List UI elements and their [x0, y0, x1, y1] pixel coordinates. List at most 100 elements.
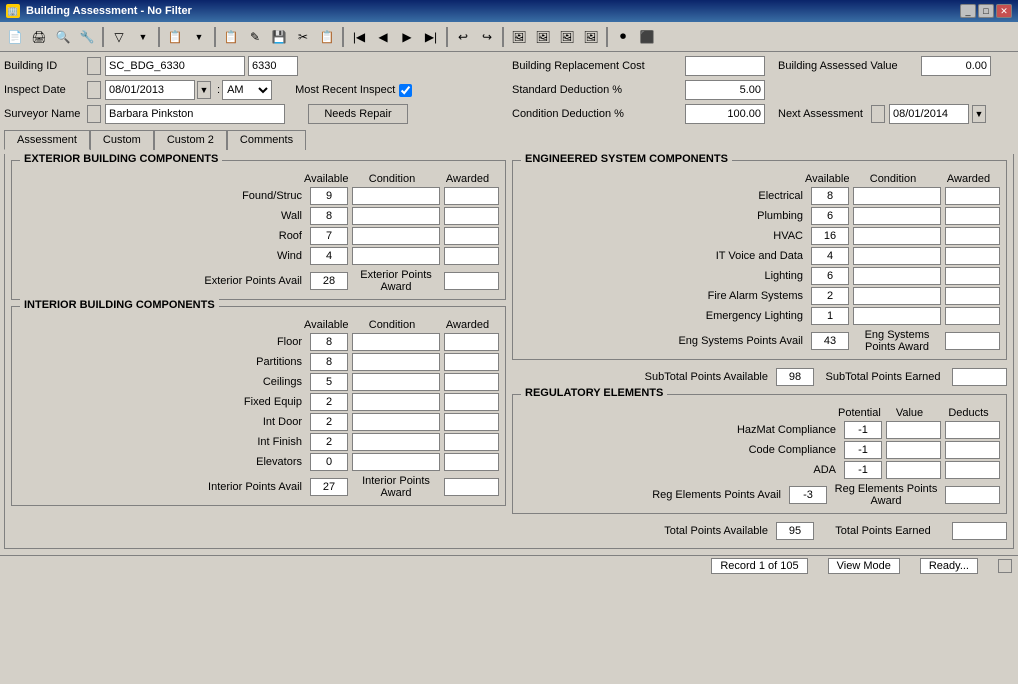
- int-comp-2-avail[interactable]: [310, 373, 348, 391]
- next-assessment-dropdown[interactable]: ▼: [972, 105, 986, 123]
- tab-comments[interactable]: Comments: [227, 130, 306, 150]
- int-comp-4-award[interactable]: [444, 413, 499, 431]
- nav-prev[interactable]: ◀: [372, 26, 394, 48]
- ext-comp-0-award[interactable]: [444, 187, 499, 205]
- reg-comp-1-deducts[interactable]: [945, 441, 1000, 459]
- building-id-input[interactable]: [105, 56, 245, 76]
- nav-last[interactable]: ▶|: [420, 26, 442, 48]
- eng-comp-6-cond[interactable]: [853, 307, 941, 325]
- ampm-select[interactable]: AM PM: [222, 80, 272, 100]
- ext-comp-1-cond[interactable]: [352, 207, 440, 225]
- record-button[interactable]: ⏺: [612, 26, 634, 48]
- most-recent-checkbox[interactable]: [399, 84, 412, 97]
- edit-button[interactable]: ✎: [244, 26, 266, 48]
- int-comp-0-cond[interactable]: [352, 333, 440, 351]
- search-button[interactable]: 🔍: [52, 26, 74, 48]
- ext-comp-0-avail[interactable]: [310, 187, 348, 205]
- int-comp-1-cond[interactable]: [352, 353, 440, 371]
- brc-input[interactable]: [685, 56, 765, 76]
- int-comp-3-avail[interactable]: [310, 393, 348, 411]
- eng-comp-0-cond[interactable]: [853, 187, 941, 205]
- eng-comp-1-cond[interactable]: [853, 207, 941, 225]
- eng-comp-6-avail[interactable]: [811, 307, 849, 325]
- reg-comp-2-deducts[interactable]: [945, 461, 1000, 479]
- int-comp-6-avail[interactable]: [310, 453, 348, 471]
- eng-comp-3-award[interactable]: [945, 247, 1000, 265]
- int-comp-0-avail[interactable]: [310, 333, 348, 351]
- surveyor-name-input[interactable]: [105, 104, 285, 124]
- reg-comp-0-value[interactable]: [886, 421, 941, 439]
- ext-comp-3-avail[interactable]: [310, 247, 348, 265]
- copy-button[interactable]: 📋: [316, 26, 338, 48]
- ext-comp-3-award[interactable]: [444, 247, 499, 265]
- eng-comp-1-avail[interactable]: [811, 207, 849, 225]
- scroll-indicator[interactable]: [998, 559, 1012, 573]
- int-comp-3-award[interactable]: [444, 393, 499, 411]
- stop-button[interactable]: ⬛: [636, 26, 658, 48]
- int-comp-2-cond[interactable]: [352, 373, 440, 391]
- redo-button[interactable]: ↪: [476, 26, 498, 48]
- eng-comp-0-avail[interactable]: [811, 187, 849, 205]
- reg-comp-2-potential[interactable]: [844, 461, 882, 479]
- next-assessment-input[interactable]: [889, 104, 969, 124]
- img2-button[interactable]: 🖼: [532, 26, 554, 48]
- eng-comp-0-award[interactable]: [945, 187, 1000, 205]
- int-comp-2-award[interactable]: [444, 373, 499, 391]
- int-comp-5-cond[interactable]: [352, 433, 440, 451]
- eng-comp-3-avail[interactable]: [811, 247, 849, 265]
- bav-input[interactable]: [921, 56, 991, 76]
- cut-button[interactable]: ✂: [292, 26, 314, 48]
- new-button[interactable]: 📄: [4, 26, 26, 48]
- eng-comp-2-cond[interactable]: [853, 227, 941, 245]
- eng-comp-2-avail[interactable]: [811, 227, 849, 245]
- eng-comp-5-avail[interactable]: [811, 287, 849, 305]
- int-comp-3-cond[interactable]: [352, 393, 440, 411]
- undo-button[interactable]: ↩: [452, 26, 474, 48]
- int-comp-5-award[interactable]: [444, 433, 499, 451]
- minimize-button[interactable]: _: [960, 4, 976, 18]
- ext-comp-0-cond[interactable]: [352, 187, 440, 205]
- eng-comp-3-cond[interactable]: [853, 247, 941, 265]
- print-button[interactable]: 🖨: [28, 26, 50, 48]
- ext-comp-1-award[interactable]: [444, 207, 499, 225]
- img3-button[interactable]: 🖼: [556, 26, 578, 48]
- clipboard-button[interactable]: 📋: [220, 26, 242, 48]
- nav-first[interactable]: |◀: [348, 26, 370, 48]
- ext-comp-2-cond[interactable]: [352, 227, 440, 245]
- maximize-button[interactable]: □: [978, 4, 994, 18]
- eng-comp-4-award[interactable]: [945, 267, 1000, 285]
- img1-button[interactable]: 🖼: [508, 26, 530, 48]
- tab-assessment[interactable]: Assessment: [4, 130, 90, 150]
- int-comp-6-award[interactable]: [444, 453, 499, 471]
- int-comp-1-avail[interactable]: [310, 353, 348, 371]
- std-deduction-input[interactable]: [685, 80, 765, 100]
- int-comp-1-award[interactable]: [444, 353, 499, 371]
- ext-comp-3-cond[interactable]: [352, 247, 440, 265]
- building-id-num-input[interactable]: [248, 56, 298, 76]
- inspect-date-input[interactable]: [105, 80, 195, 100]
- int-comp-4-avail[interactable]: [310, 413, 348, 431]
- int-comp-4-cond[interactable]: [352, 413, 440, 431]
- tab-custom[interactable]: Custom: [90, 130, 154, 150]
- layout-dropdown[interactable]: ▼: [188, 26, 210, 48]
- nav-next[interactable]: ▶: [396, 26, 418, 48]
- reg-comp-1-value[interactable]: [886, 441, 941, 459]
- ext-comp-2-award[interactable]: [444, 227, 499, 245]
- eng-comp-6-award[interactable]: [945, 307, 1000, 325]
- eng-comp-4-cond[interactable]: [853, 267, 941, 285]
- int-comp-6-cond[interactable]: [352, 453, 440, 471]
- eng-comp-5-award[interactable]: [945, 287, 1000, 305]
- layout-button[interactable]: 📋: [164, 26, 186, 48]
- eng-comp-2-award[interactable]: [945, 227, 1000, 245]
- ext-comp-2-avail[interactable]: [310, 227, 348, 245]
- close-button[interactable]: ✕: [996, 4, 1012, 18]
- filter-button[interactable]: ▽: [108, 26, 130, 48]
- cond-deduction-input[interactable]: [685, 104, 765, 124]
- tab-custom2[interactable]: Custom 2: [154, 130, 227, 150]
- tools-button[interactable]: 🔧: [76, 26, 98, 48]
- eng-comp-1-award[interactable]: [945, 207, 1000, 225]
- save-button[interactable]: 💾: [268, 26, 290, 48]
- reg-comp-0-deducts[interactable]: [945, 421, 1000, 439]
- reg-comp-2-value[interactable]: [886, 461, 941, 479]
- ext-comp-1-avail[interactable]: [310, 207, 348, 225]
